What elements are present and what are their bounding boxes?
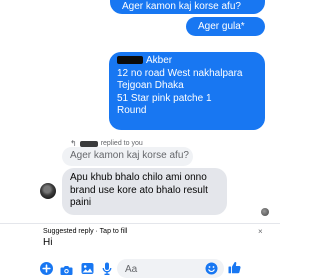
redaction-mark [117, 56, 143, 64]
suggested-reply-chip[interactable]: Hi [43, 237, 52, 248]
address-name: Akber [146, 55, 173, 66]
received-message-bubble[interactable]: Apu khub bhalo chilo ami onno brand use … [62, 168, 227, 215]
address-line: Round [117, 105, 147, 116]
reply-header-text: replied to you [100, 140, 143, 147]
emoji-icon[interactable] [205, 262, 218, 280]
quoted-message[interactable]: Ager kamon kaj korse afu? [62, 147, 193, 166]
quoted-text: Ager kamon kaj korse afu? [70, 150, 189, 161]
message-text: Ager kamon kaj korse afu? [122, 1, 241, 12]
message-text: Apu khub bhalo chilo ami onno brand use … [70, 172, 208, 208]
sent-message-bubble[interactable]: Ager kamon kaj korse afu? [110, 0, 265, 14]
address-message-bubble[interactable]: Akber 12 no road West nakhalpara Tejgoan… [109, 52, 265, 130]
plus-icon[interactable] [40, 262, 53, 280]
address-line: 12 no road West nakhalpara [117, 67, 243, 79]
camera-icon[interactable] [60, 263, 73, 280]
close-icon[interactable]: × [258, 227, 263, 236]
sent-message-bubble[interactable]: Ager gula* [186, 17, 265, 36]
image-icon[interactable] [81, 262, 94, 280]
message-composer [0, 256, 280, 280]
avatar[interactable] [40, 183, 56, 199]
mic-icon[interactable] [102, 262, 112, 280]
message-text: Ager gula* [198, 21, 245, 32]
message-input-pill[interactable] [117, 259, 224, 280]
like-thumb-icon[interactable] [228, 261, 241, 279]
redaction-mark [79, 140, 98, 147]
address-line: Tejgoan Dhaka [117, 80, 184, 91]
seen-indicator-avatar [261, 208, 269, 216]
divider [0, 223, 280, 224]
address-name-line: Akber [117, 55, 257, 68]
message-input[interactable] [117, 260, 197, 279]
address-line: 51 Star pink patche 1 [117, 92, 212, 104]
suggested-reply-label: Suggested reply · Tap to fill [43, 228, 128, 235]
